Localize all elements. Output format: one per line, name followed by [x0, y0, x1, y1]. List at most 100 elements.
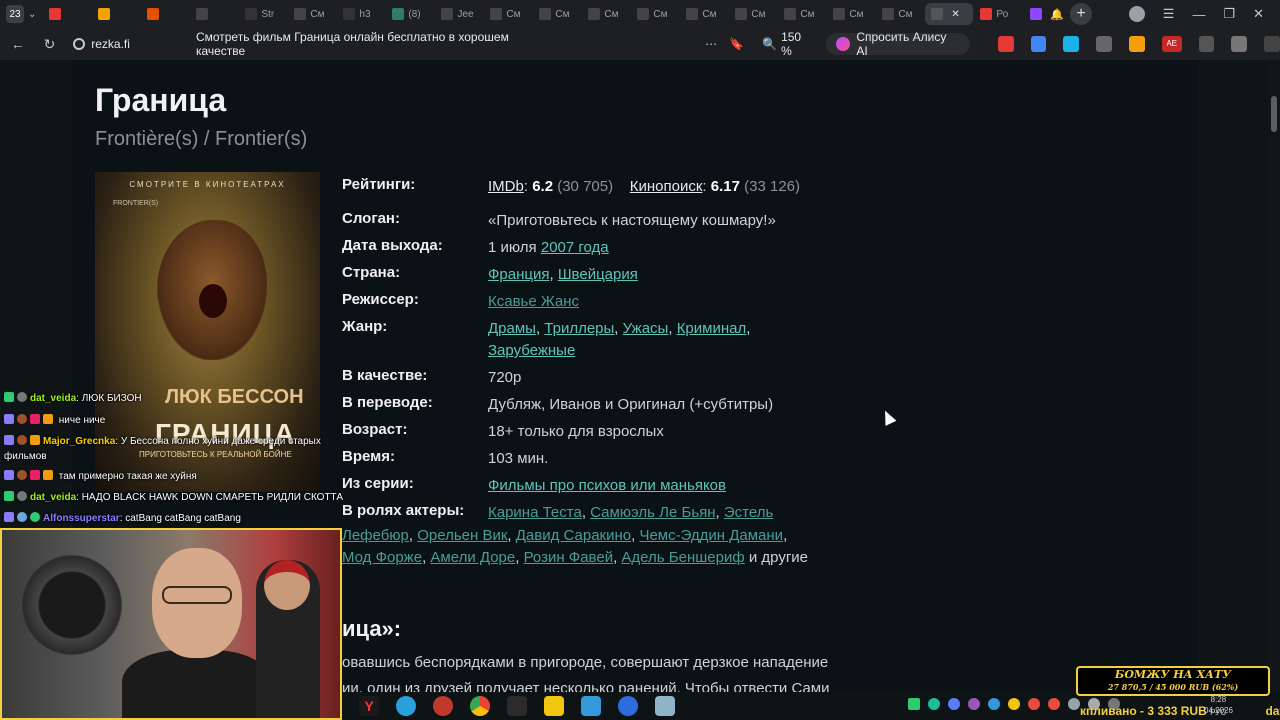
- new-tab-button[interactable]: +: [1070, 3, 1093, 25]
- browser-tab[interactable]: h3: [337, 3, 385, 25]
- chat-text: ЛЮК БИЗОН: [81, 393, 142, 404]
- tray-icon[interactable]: [1068, 698, 1080, 710]
- actor-link[interactable]: Чемс-Эддин Дамани: [639, 527, 783, 544]
- genre-link[interactable]: Ужасы: [623, 320, 669, 337]
- genre-link[interactable]: Драмы: [488, 320, 536, 337]
- genre-link[interactable]: Криминал: [677, 320, 747, 337]
- taskbar-clock[interactable]: 8:28 04.2026: [1204, 694, 1233, 716]
- alice-button[interactable]: Спросить Алису AI: [826, 30, 970, 58]
- reload-icon[interactable]: ↻: [36, 36, 64, 53]
- release-year-link[interactable]: 2007 года: [541, 239, 609, 256]
- close-window-icon[interactable]: ✕: [1253, 6, 1264, 22]
- country-link[interactable]: Швейцария: [558, 266, 638, 283]
- kinopoisk-link[interactable]: Кинопоиск: [630, 178, 703, 195]
- actor-link[interactable]: Розин Фавей: [524, 549, 614, 566]
- browser-tab[interactable]: См: [778, 3, 826, 25]
- extension-icon[interactable]: [1096, 36, 1112, 52]
- chrome-icon[interactable]: [470, 696, 490, 716]
- yandex-browser-icon[interactable]: Y: [359, 696, 379, 716]
- zoom-indicator[interactable]: 🔍 150 %: [762, 30, 814, 58]
- browser-tab[interactable]: Jee: [435, 3, 483, 25]
- tab-list-chevron-icon[interactable]: ⌄: [28, 9, 36, 20]
- director-value: Ксавье Жанс: [488, 291, 863, 313]
- imdb-link[interactable]: IMDb: [488, 178, 524, 195]
- browser-tab[interactable]: [141, 3, 189, 25]
- menu-icon[interactable]: ☰: [1163, 6, 1175, 22]
- tray-icon[interactable]: [968, 698, 980, 710]
- restore-icon[interactable]: ❐: [1223, 6, 1235, 22]
- profile-avatar-icon[interactable]: [1128, 6, 1145, 22]
- series-link[interactable]: Фильмы про психов или маньяков: [488, 477, 726, 494]
- actor-link[interactable]: Давид Саракино: [516, 527, 631, 544]
- browser-tab[interactable]: См: [288, 3, 336, 25]
- actor-link[interactable]: Самюэль Ле Бьян: [590, 504, 715, 521]
- browser-tab[interactable]: [190, 3, 238, 25]
- telegram-icon[interactable]: [396, 696, 416, 716]
- actor-link[interactable]: Адель Беншериф: [621, 549, 744, 566]
- tray-icon[interactable]: [948, 698, 960, 710]
- bookmark-icon[interactable]: 🔖: [729, 37, 744, 51]
- browser-tab[interactable]: [92, 3, 140, 25]
- app-icon[interactable]: [655, 696, 675, 716]
- url-domain[interactable]: rezka.fi: [91, 37, 130, 51]
- browser-tab[interactable]: См: [631, 3, 679, 25]
- tab-favicon-icon: [343, 8, 356, 20]
- tab-label: См: [310, 8, 325, 20]
- minimize-icon[interactable]: —: [1192, 7, 1205, 22]
- browser-tab[interactable]: См: [582, 3, 630, 25]
- chat-app-icon[interactable]: [618, 696, 638, 716]
- tab-active[interactable]: ✕: [925, 3, 974, 25]
- tray-icon[interactable]: [988, 698, 1000, 710]
- tab-extra[interactable]: Ро: [974, 3, 1022, 25]
- extension-icon[interactable]: [1063, 36, 1080, 52]
- more-dots-icon[interactable]: ⋯: [705, 37, 717, 51]
- extension-icon[interactable]: [1198, 36, 1215, 52]
- tray-icon[interactable]: [1028, 698, 1040, 710]
- extension-icon[interactable]: [1231, 36, 1248, 52]
- tray-icon[interactable]: [1008, 698, 1020, 710]
- country-link[interactable]: Франция: [488, 266, 549, 283]
- extension-icon[interactable]: [1128, 36, 1145, 52]
- translate-icon[interactable]: [1030, 36, 1047, 52]
- browser-tab[interactable]: См: [729, 3, 777, 25]
- browser-tab[interactable]: См: [484, 3, 532, 25]
- tab-count-badge[interactable]: 23: [6, 5, 24, 23]
- tray-icon[interactable]: [908, 698, 920, 710]
- tray-icon[interactable]: [928, 698, 940, 710]
- scrollbar-thumb[interactable]: [1271, 96, 1277, 132]
- browser-tab[interactable]: Str: [239, 3, 287, 25]
- browser-tab[interactable]: См: [876, 3, 924, 25]
- bell-icon[interactable]: 🔔: [1050, 8, 1064, 21]
- director-link[interactable]: Ксавье Жанс: [488, 293, 579, 310]
- genre-link[interactable]: Зарубежные: [488, 342, 575, 359]
- epic-games-icon[interactable]: [507, 696, 527, 716]
- imdb-votes: (30 705): [557, 178, 614, 195]
- app-icon[interactable]: [544, 696, 564, 716]
- tray-icon[interactable]: [1048, 698, 1060, 710]
- tab-favicon-icon: [441, 8, 454, 20]
- extension-icon[interactable]: [997, 36, 1014, 52]
- actor-link[interactable]: Карина Теста: [488, 504, 582, 521]
- back-arrow-icon[interactable]: ←: [4, 36, 32, 52]
- ae-extension-icon[interactable]: AE: [1161, 36, 1182, 52]
- app-icon[interactable]: [433, 696, 453, 716]
- browser-tab[interactable]: См: [827, 3, 875, 25]
- twitch-icon[interactable]: [1030, 8, 1043, 20]
- shield-icon[interactable]: [73, 38, 86, 50]
- tab-label: h3: [359, 8, 371, 20]
- actor-link[interactable]: Орельен Вик: [417, 527, 507, 544]
- download-icon[interactable]: [1264, 36, 1280, 52]
- actor-link[interactable]: Амели Доре: [430, 549, 515, 566]
- genre-link[interactable]: Триллеры: [544, 320, 614, 337]
- close-tab-icon[interactable]: ✕: [951, 9, 959, 20]
- scrollbar[interactable]: [1268, 60, 1280, 720]
- actor-link[interactable]: Мод Форже: [342, 549, 422, 566]
- tab-label: Jee: [457, 8, 474, 20]
- page-title-in-address[interactable]: Смотреть фильм Граница онлайн бесплатно …: [196, 30, 557, 58]
- browser-tab[interactable]: (8): [386, 3, 434, 25]
- browser-tab[interactable]: См: [680, 3, 728, 25]
- app-icon[interactable]: [581, 696, 601, 716]
- browser-tab[interactable]: [43, 3, 91, 25]
- browser-tab[interactable]: См: [533, 3, 581, 25]
- tab-favicon-icon: [196, 8, 209, 20]
